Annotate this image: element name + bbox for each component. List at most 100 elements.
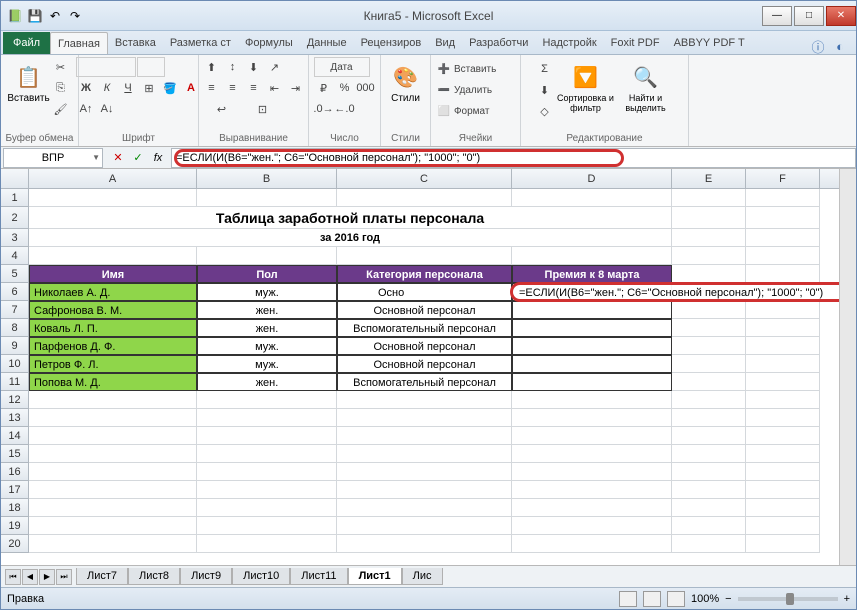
underline-button[interactable]: Ч bbox=[118, 78, 138, 98]
align-middle-icon[interactable]: ↕ bbox=[223, 57, 243, 77]
table-cell-bonus[interactable] bbox=[512, 319, 672, 337]
row-header[interactable]: 6 bbox=[1, 283, 29, 301]
cell[interactable] bbox=[672, 229, 746, 247]
cell[interactable] bbox=[197, 481, 337, 499]
cell[interactable] bbox=[337, 535, 512, 553]
row-header[interactable]: 9 bbox=[1, 337, 29, 355]
cell[interactable] bbox=[672, 283, 746, 301]
table-cell-category[interactable]: Основной персонал bbox=[337, 337, 512, 355]
col-header-B[interactable]: B bbox=[197, 169, 337, 188]
col-header-F[interactable]: F bbox=[746, 169, 820, 188]
cell[interactable] bbox=[512, 189, 672, 207]
font-name-dropdown[interactable] bbox=[76, 57, 136, 77]
autosum-icon[interactable]: Σ bbox=[535, 59, 555, 79]
number-format-dropdown[interactable]: Дата bbox=[314, 57, 370, 77]
cell[interactable] bbox=[746, 373, 820, 391]
row-header[interactable]: 8 bbox=[1, 319, 29, 337]
vertical-scrollbar[interactable] bbox=[839, 169, 856, 565]
cell[interactable] bbox=[672, 265, 746, 283]
cell[interactable] bbox=[337, 445, 512, 463]
row-header[interactable]: 10 bbox=[1, 355, 29, 373]
cell[interactable] bbox=[512, 481, 672, 499]
cell[interactable] bbox=[512, 445, 672, 463]
cell[interactable] bbox=[672, 355, 746, 373]
table-cell-gender[interactable]: жен. bbox=[197, 319, 337, 337]
row-header[interactable]: 14 bbox=[1, 427, 29, 445]
cell[interactable] bbox=[746, 283, 820, 301]
cell[interactable] bbox=[746, 207, 820, 229]
cell[interactable] bbox=[746, 391, 820, 409]
table-cell-gender[interactable]: муж. bbox=[197, 337, 337, 355]
table-cell-category[interactable]: Вспомогательный персонал bbox=[337, 373, 512, 391]
row-header[interactable]: 3 bbox=[1, 229, 29, 247]
tab-abbyy[interactable]: ABBYY PDF T bbox=[667, 32, 752, 54]
tab-view[interactable]: Вид bbox=[428, 32, 462, 54]
fx-icon[interactable]: fx bbox=[149, 149, 167, 167]
copy-icon[interactable]: ⎘ bbox=[51, 78, 71, 98]
indent-increase-icon[interactable]: ⇥ bbox=[286, 78, 306, 98]
col-header-A[interactable]: A bbox=[29, 169, 197, 188]
view-normal-icon[interactable] bbox=[619, 591, 637, 607]
cell[interactable] bbox=[746, 427, 820, 445]
tab-foxit[interactable]: Foxit PDF bbox=[604, 32, 667, 54]
row-header[interactable]: 1 bbox=[1, 189, 29, 207]
find-select-button[interactable]: 🔍 Найти и выделить bbox=[617, 57, 675, 123]
name-box[interactable]: ВПР ▼ bbox=[3, 148, 103, 168]
cell[interactable] bbox=[746, 409, 820, 427]
tab-data[interactable]: Данные bbox=[300, 32, 354, 54]
align-left-icon[interactable]: ≡ bbox=[202, 78, 222, 98]
cell[interactable] bbox=[746, 355, 820, 373]
cell[interactable] bbox=[672, 373, 746, 391]
cell[interactable] bbox=[29, 247, 197, 265]
cell[interactable] bbox=[197, 517, 337, 535]
tab-developer[interactable]: Разработчи bbox=[462, 32, 535, 54]
cell[interactable] bbox=[746, 535, 820, 553]
bold-button[interactable]: Ж bbox=[76, 78, 96, 98]
indent-decrease-icon[interactable]: ⇤ bbox=[265, 78, 285, 98]
cell[interactable] bbox=[672, 391, 746, 409]
cell[interactable] bbox=[29, 481, 197, 499]
title-cell[interactable]: Таблица заработной платы персонала bbox=[29, 207, 672, 229]
orientation-icon[interactable]: ↗ bbox=[265, 57, 285, 77]
sheet-tab[interactable]: Лист8 bbox=[128, 568, 180, 585]
align-right-icon[interactable]: ≡ bbox=[244, 78, 264, 98]
row-header[interactable]: 5 bbox=[1, 265, 29, 283]
cell[interactable] bbox=[672, 301, 746, 319]
grid-body[interactable]: 1 2Таблица заработной платы персонала 3з… bbox=[1, 189, 839, 565]
cell[interactable] bbox=[197, 189, 337, 207]
minimize-ribbon-icon[interactable]: ⓘ bbox=[810, 38, 826, 54]
row-header[interactable]: 13 bbox=[1, 409, 29, 427]
zoom-out-button[interactable]: − bbox=[725, 593, 731, 605]
row-header[interactable]: 7 bbox=[1, 301, 29, 319]
cell[interactable] bbox=[197, 445, 337, 463]
tab-page-layout[interactable]: Разметка ст bbox=[163, 32, 238, 54]
row-header[interactable]: 15 bbox=[1, 445, 29, 463]
zoom-in-button[interactable]: + bbox=[844, 593, 850, 605]
cell[interactable] bbox=[337, 499, 512, 517]
cell[interactable] bbox=[672, 499, 746, 517]
table-cell-gender[interactable]: муж. bbox=[197, 283, 337, 301]
tab-review[interactable]: Рецензиров bbox=[354, 32, 429, 54]
sheet-tab[interactable]: Лист9 bbox=[180, 568, 232, 585]
table-cell-category[interactable]: Вспомогательный персонал bbox=[337, 319, 512, 337]
cell[interactable] bbox=[746, 517, 820, 535]
cell[interactable] bbox=[29, 409, 197, 427]
table-cell-gender[interactable]: муж. bbox=[197, 355, 337, 373]
sheet-tab[interactable]: Лис bbox=[402, 568, 443, 585]
cell[interactable] bbox=[337, 517, 512, 535]
styles-button[interactable]: 🎨 Стили bbox=[386, 57, 426, 123]
border-button[interactable]: ⊞ bbox=[139, 78, 159, 98]
cell[interactable] bbox=[29, 499, 197, 517]
increase-decimal-icon[interactable]: .0→ bbox=[314, 99, 334, 119]
view-page-break-icon[interactable] bbox=[667, 591, 685, 607]
table-cell-bonus[interactable] bbox=[512, 355, 672, 373]
cell[interactable] bbox=[746, 481, 820, 499]
cell[interactable] bbox=[197, 535, 337, 553]
select-all-corner[interactable] bbox=[1, 169, 29, 188]
maximize-button[interactable]: □ bbox=[794, 6, 824, 26]
cell[interactable] bbox=[672, 207, 746, 229]
cell[interactable] bbox=[197, 409, 337, 427]
cell[interactable] bbox=[512, 391, 672, 409]
comma-icon[interactable]: 000 bbox=[356, 78, 376, 98]
increase-font-icon[interactable]: A↑ bbox=[76, 99, 96, 119]
